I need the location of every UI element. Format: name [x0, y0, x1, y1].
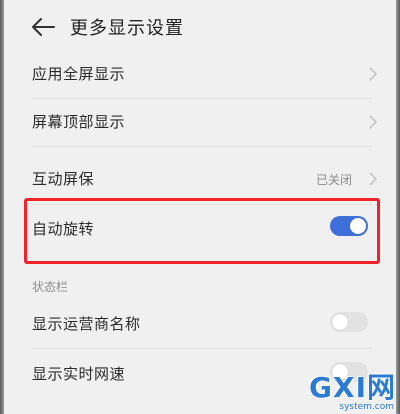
row-value: 已关闭: [315, 173, 352, 187]
row-label: 自动旋转: [32, 220, 95, 238]
section-label-status-bar: 状态栏: [32, 280, 69, 294]
toggle-knob: [350, 218, 366, 234]
back-arrow-icon[interactable]: [30, 16, 56, 38]
toggle-knob: [332, 314, 348, 330]
device-edge-right: [396, 0, 400, 414]
chevron-right-icon: [369, 115, 378, 129]
watermark-logo: GXI网 system.com: [300, 366, 396, 412]
row-label: 应用全屏显示: [32, 65, 126, 83]
divider: [32, 348, 372, 349]
row-app-fullscreen[interactable]: 应用全屏显示: [4, 50, 396, 98]
row-interactive-screensaver[interactable]: 互动屏保 已关闭: [4, 155, 396, 203]
settings-screen: 更多显示设置 应用全屏显示 屏幕顶部显示 互动屏保 已关闭 自动旋转 状态栏 显…: [4, 0, 396, 414]
row-label: 互动屏保: [32, 170, 95, 188]
watermark-main: GXI网: [309, 371, 396, 404]
row-label: 显示实时网速: [32, 365, 126, 383]
row-screen-top-display[interactable]: 屏幕顶部显示: [4, 98, 396, 146]
row-label: 屏幕顶部显示: [32, 113, 126, 131]
chevron-right-icon: [369, 67, 378, 81]
show-carrier-name-toggle[interactable]: [330, 312, 368, 332]
watermark-sub: system.com: [339, 402, 394, 412]
row-label: 显示运营商名称: [32, 315, 141, 333]
page-title: 更多显示设置: [70, 18, 184, 39]
header-bar: 更多显示设置: [4, 0, 396, 56]
chevron-right-icon: [369, 172, 378, 186]
divider: [32, 146, 372, 147]
auto-rotate-toggle[interactable]: [330, 216, 368, 236]
